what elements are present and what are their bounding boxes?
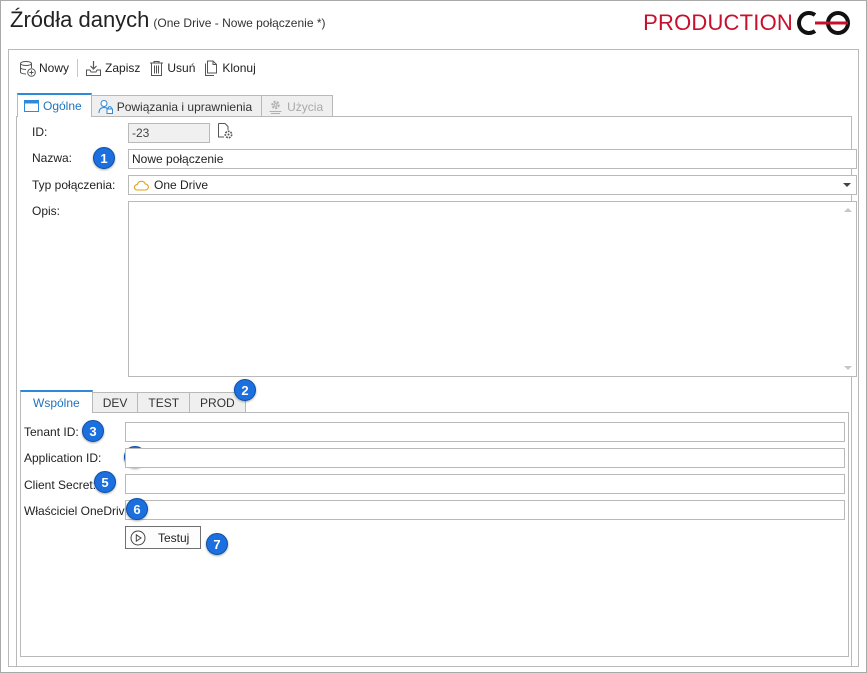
generate-id-icon[interactable]: [216, 122, 234, 140]
save-button-label: Zapisz: [105, 61, 141, 75]
page-title: Źródła danych (One Drive - Nowe połączeni…: [10, 7, 326, 33]
brand-text: PRODUCTION: [643, 10, 793, 35]
name-label: Nazwa:: [32, 151, 73, 165]
connection-type-label: Typ połączenia:: [32, 178, 116, 192]
name-input-value: Nowe połączenie: [132, 152, 224, 166]
save-tray-icon: [86, 60, 102, 76]
window-icon: [24, 100, 39, 112]
tab-general[interactable]: Ogólne: [17, 93, 92, 117]
brand-logo-icon: [797, 11, 850, 35]
gear-icon: [269, 100, 282, 114]
tab-usages-label: Użycia: [287, 99, 324, 114]
tenant-id-input[interactable]: [125, 422, 845, 442]
application-id-input[interactable]: [125, 448, 845, 468]
delete-button[interactable]: Usuń: [146, 57, 198, 79]
callout-badge-3: 3: [82, 420, 104, 442]
tenant-id-label: Tenant ID:: [24, 425, 79, 439]
connection-type-select[interactable]: One Drive: [128, 175, 857, 195]
data-sources-window: Źródła danych (One Drive - Nowe połączeni…: [0, 0, 867, 673]
new-button[interactable]: Nowy: [16, 57, 72, 79]
application-id-label: Application ID:: [24, 451, 102, 465]
tab-dev[interactable]: DEV: [91, 392, 139, 413]
copy-icon: [205, 60, 218, 76]
page-subtitle: (One Drive - Nowe połączenie *): [153, 16, 326, 30]
database-add-icon: [20, 60, 36, 77]
onedrive-owner-label: Właściciel OneDrive:: [24, 504, 135, 518]
trash-icon: [150, 60, 164, 76]
description-label: Opis:: [32, 204, 61, 218]
callout-badge-2: 2: [234, 379, 256, 401]
tab-usages[interactable]: Użycia: [261, 95, 334, 117]
main-frame: Nowy Zapisz Usuń Klonuj Ogólne Powiązani…: [8, 49, 859, 667]
test-button-label: Testuj: [158, 530, 190, 545]
main-tabs: Ogólne Powiązania i uprawnienia Użycia: [17, 93, 334, 117]
toolbar: Nowy Zapisz Usuń Klonuj: [9, 56, 262, 80]
callout-badge-5: 5: [94, 471, 116, 493]
tab-general-label: Ogólne: [43, 99, 82, 113]
callout-badge-6: 6: [126, 498, 148, 520]
brand: PRODUCTION: [643, 9, 856, 37]
tab-test[interactable]: TEST: [137, 392, 191, 413]
description-scrollbar[interactable]: [840, 202, 856, 376]
general-tab-panel: ID: -23 Nazwa: 1 Nowe połączenie Typ poł…: [16, 116, 857, 666]
callout-badge-7: 7: [206, 533, 228, 555]
tab-associations-permissions[interactable]: Powiązania i uprawnienia: [90, 95, 263, 117]
id-field: -23: [128, 123, 210, 143]
description-textarea[interactable]: [128, 201, 857, 377]
test-connection-button[interactable]: Testuj: [125, 526, 201, 549]
delete-button-label: Usuń: [167, 61, 196, 75]
environment-panel: Tenant ID: 3 Application ID: 4 Client Se…: [20, 412, 849, 657]
cloud-icon: [133, 180, 149, 191]
new-button-label: Nowy: [39, 61, 70, 75]
toolbar-separator: [77, 59, 79, 77]
id-label: ID:: [32, 125, 48, 139]
connection-type-value: One Drive: [154, 178, 209, 192]
save-button[interactable]: Zapisz: [82, 57, 143, 79]
chevron-down-icon: [843, 183, 851, 187]
name-input[interactable]: Nowe połączenie: [128, 149, 857, 169]
play-circle-icon: [130, 530, 146, 545]
user-lock-icon: [98, 100, 113, 114]
scroll-down-icon[interactable]: [844, 366, 852, 370]
id-value: -23: [132, 126, 150, 140]
callout-badge-1: 1: [93, 147, 115, 169]
client-secret-input[interactable]: [125, 474, 845, 494]
scroll-up-icon[interactable]: [844, 208, 852, 212]
environment-tabs: Wspólne DEV TEST PROD: [20, 389, 246, 413]
page-title-text: Źródła danych: [10, 7, 150, 32]
clone-button[interactable]: Klonuj: [201, 57, 258, 79]
tab-common[interactable]: Wspólne: [20, 390, 93, 413]
onedrive-owner-input[interactable]: [125, 500, 845, 520]
clone-button-label: Klonuj: [222, 61, 256, 75]
client-secret-label: Client Secret:: [24, 478, 97, 492]
tab-associations-label: Powiązania i uprawnienia: [116, 99, 253, 114]
